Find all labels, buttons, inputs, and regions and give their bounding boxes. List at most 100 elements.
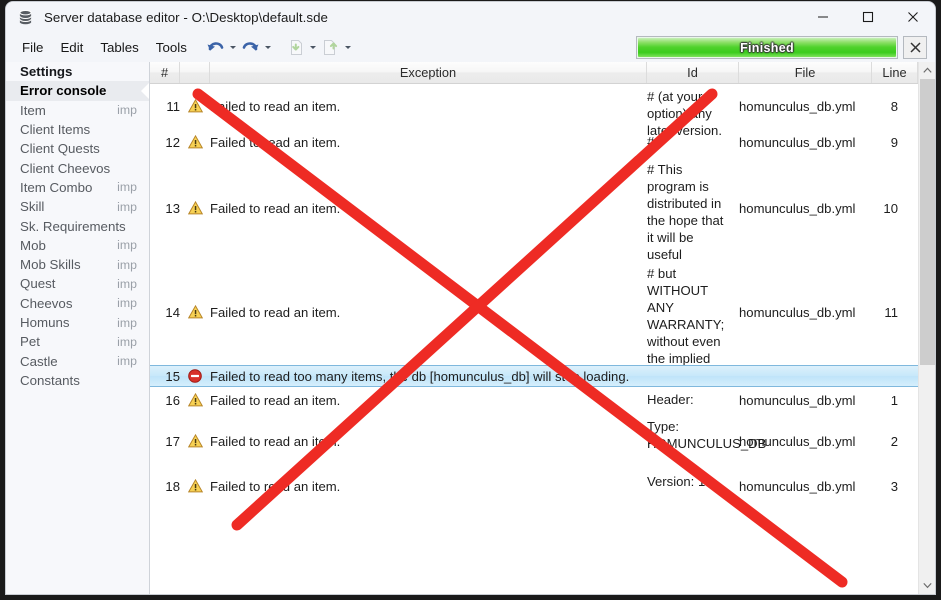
menu-tables[interactable]: Tables [93,37,145,58]
progress-area: Finished [636,35,927,60]
minimize-button[interactable] [800,2,845,32]
warning-icon [187,433,206,452]
sidebar-item-label: Client Items [20,122,91,138]
io-toolbar [284,36,354,58]
sidebar-item-quest[interactable]: Quest imp [6,274,149,293]
grid-column-header-exc[interactable]: Exception [210,62,647,83]
sidebar-item-imp-badge: imp [117,257,137,272]
export-dropdown-arrow[interactable] [343,36,354,58]
table-row[interactable]: 15 Failed to read too many items, the db … [150,365,918,387]
sidebar-item-castle[interactable]: Castle imp [6,351,149,370]
sidebar-item-imp-badge: imp [117,334,137,349]
import-icon [284,36,308,58]
cell-id: Type: HOMUNCULUS_DB [647,419,767,451]
application-window: Server database editor - O:\Desktop\defa… [6,2,935,594]
cell-id: Version: 1 [647,474,706,489]
grid-column-header-icon[interactable] [180,62,210,83]
redo-icon[interactable] [239,36,263,58]
menu-tools[interactable]: Tools [149,37,194,58]
grid-column-header-line[interactable]: Line [872,62,918,83]
sidebar-item-imp-badge: imp [117,238,137,253]
sidebar-item-imp-badge: imp [117,296,137,311]
sidebar-item-label: Skill [20,199,45,215]
cell-exception: Failed to read an item. [210,305,341,320]
sidebar-item-constants[interactable]: Constants [6,371,149,390]
scroll-down-button[interactable] [919,577,935,594]
cell-line: 1 [890,392,898,408]
progress-bar-label: Finished [740,40,794,55]
table-row[interactable]: 18 Failed to read an item. Version: 1 homun… [150,469,918,505]
cell-file: homunculus_db.yml [739,201,856,216]
menu-file[interactable]: File [15,37,50,58]
cell-line: 11 [884,305,898,320]
scroll-up-button[interactable] [919,62,935,79]
maximize-button[interactable] [845,2,890,32]
sidebar-item-mob-skills[interactable]: Mob Skills imp [6,255,149,274]
sidebar-item-skill[interactable]: Skill imp [6,197,149,216]
table-row[interactable]: 12 Failed to read an item. # homunculus_db.… [150,129,918,157]
grid-header-row: # Exception Id File Line [150,62,935,84]
table-row[interactable]: 17 Failed to read an item. Type: HOMUNCULU… [150,414,918,469]
cell-file: homunculus_db.yml [739,98,856,114]
table-row[interactable]: 14 Failed to read an item. # but WITHOUT A… [150,261,918,383]
table-row[interactable]: 16 Failed to read an item. Header: homuncul… [150,387,918,414]
scrollbar-thumb[interactable] [920,79,935,365]
warning-icon [187,134,206,153]
sidebar-item-label: Homuns [20,315,70,330]
row-index: 18 [165,479,180,494]
cell-file: homunculus_db.yml [739,135,856,150]
cell-exception: Failed to read an item. [210,135,341,150]
menu-edit[interactable]: Edit [53,37,90,58]
undo-icon[interactable] [204,36,228,58]
sidebar-item-client-items[interactable]: Client Items [6,120,149,139]
row-index: 16 [165,392,180,408]
sidebar-item-client-quests[interactable]: Client Quests [6,139,149,158]
progress-close-button[interactable] [903,36,927,59]
cell-id: Header: [647,392,694,407]
sidebar-item-imp-badge: imp [117,276,137,291]
sidebar-item-label: Sk. Requirements [20,218,126,234]
table-row[interactable]: 13 Failed to read an item. # This program … [150,157,918,262]
sidebar-item-client-cheevos[interactable]: Client Cheevos [6,158,149,177]
row-index: 17 [165,433,180,449]
sidebar-item-pet[interactable]: Pet imp [6,332,149,351]
vertical-scrollbar[interactable] [918,62,935,594]
import-dropdown-arrow[interactable] [308,36,319,58]
window-title: Server database editor - O:\Desktop\defa… [44,9,328,25]
error-console-grid: # Exception Id File Line 11 Failed to read an… [150,62,935,594]
cell-exception: Failed to read an item. [210,479,341,494]
row-index: 12 [165,135,180,150]
row-index: 13 [165,201,180,216]
cell-file: homunculus_db.yml [739,479,856,494]
sidebar-item-imp-badge: imp [117,315,137,330]
grid-column-header-id[interactable]: Id [647,62,739,83]
sidebar-item-label: Error console [20,83,107,99]
undo-dropdown-arrow[interactable] [228,36,239,58]
sidebar-item-item[interactable]: Item imp [6,101,149,120]
sidebar-item-item-combo[interactable]: Item Combo imp [6,178,149,197]
sidebar-item-label: Mob [20,237,46,253]
grid-column-header-num[interactable]: # [150,62,180,83]
scrollbar-track[interactable] [919,365,935,577]
sidebar-item-settings[interactable]: Settings [6,62,149,81]
cell-file: homunculus_db.yml [739,392,856,408]
grid-body: 11 Failed to read an item. # (at your opti… [150,84,918,594]
sidebar-item-mob[interactable]: Mob imp [6,236,149,255]
close-button[interactable] [890,2,935,32]
cell-line: 10 [883,201,898,216]
sidebar-item-label: Castle [20,353,58,369]
row-index: 15 [165,369,180,384]
warning-icon [187,392,206,411]
sidebar-item-cheevos[interactable]: Cheevos imp [6,294,149,313]
sidebar-item-sk-requirements[interactable]: Sk. Requirements [6,216,149,235]
toolbar [204,36,274,58]
sidebar-item-error-console[interactable]: Error console [6,81,149,101]
table-row[interactable]: 11 Failed to read an item. # (at your opti… [150,84,918,138]
redo-dropdown-arrow[interactable] [263,36,274,58]
export-icon [319,36,343,58]
row-index: 11 [166,98,180,114]
sidebar-item-homuns[interactable]: Homuns imp [6,313,149,332]
grid-column-header-file[interactable]: File [739,62,872,83]
sidebar: Settings Error console Item imp Client Items… [6,62,150,594]
warning-icon [187,98,206,117]
